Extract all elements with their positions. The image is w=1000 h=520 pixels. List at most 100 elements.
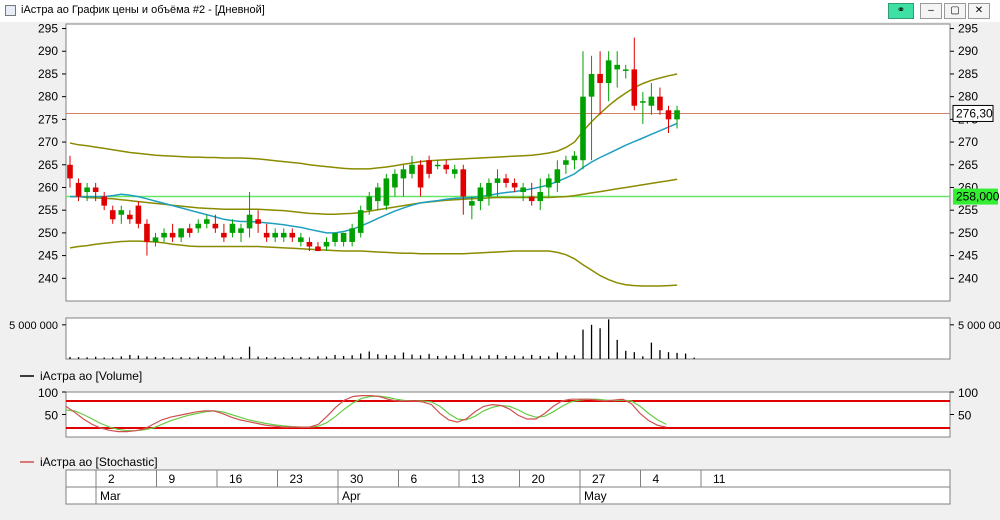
candle-body <box>563 160 569 165</box>
candle-body <box>546 178 552 188</box>
price-tick-label-left: 250 <box>38 226 58 240</box>
candle-body <box>323 241 330 247</box>
price-tick-label-right: 295 <box>958 22 978 36</box>
price-tick-label-left: 295 <box>38 22 58 36</box>
candle-body <box>400 169 407 179</box>
candle-body <box>221 232 227 238</box>
stochastic-legend: iАстра ао [Stochastic] <box>40 455 158 469</box>
candle-body <box>229 223 236 233</box>
window-title: iАстра ао График цены и объёма #2 - [Дне… <box>21 4 265 16</box>
candle-body <box>580 96 586 161</box>
candle-body <box>246 214 253 229</box>
candle-body <box>144 223 150 242</box>
price-tick-label-left: 285 <box>38 67 58 81</box>
candle-body <box>238 228 244 233</box>
last-price-value: 276,30 <box>956 106 993 120</box>
candle-body <box>503 178 509 183</box>
candle-body <box>443 164 449 170</box>
volume-legend: iАстра ао [Volume] <box>40 369 142 383</box>
candle-body <box>528 196 535 202</box>
candle-body <box>605 60 612 84</box>
price-panel[interactable] <box>65 23 951 302</box>
candle-body <box>640 101 646 103</box>
candle-body <box>332 232 338 242</box>
minimize-button[interactable]: – <box>920 3 942 19</box>
price-tick-label-left: 255 <box>38 203 58 217</box>
candle-body <box>306 241 313 247</box>
candle-body <box>263 232 270 238</box>
candle-body <box>511 182 518 188</box>
candle-body <box>101 196 107 206</box>
candle-body <box>289 232 296 238</box>
price-tick-label-left: 270 <box>38 135 58 149</box>
candle-body <box>212 223 219 229</box>
price-tick-label-left: 290 <box>38 44 58 58</box>
candle-body <box>554 169 561 183</box>
title-bar: iАстра ао График цены и объёма #2 - [Дне… <box>0 0 1000 23</box>
candle-body <box>92 187 99 193</box>
price-tick-label-left: 245 <box>38 249 58 263</box>
volume-tick-left: 5 000 000 <box>9 320 58 332</box>
candle-body <box>460 169 467 197</box>
candle-body <box>631 69 638 106</box>
candle-body <box>127 214 133 220</box>
price-tick-label-right: 255 <box>958 203 978 217</box>
price-tick-label-right: 285 <box>958 67 978 81</box>
price-tick-label-left: 275 <box>38 112 58 126</box>
price-tick-label-right: 290 <box>958 44 978 58</box>
volume-tick-right: 5 000 000 <box>958 320 1000 332</box>
time-day-label: 30 <box>350 472 364 486</box>
candle-body <box>186 228 193 233</box>
candle-body <box>392 173 398 188</box>
candle-body <box>169 232 176 238</box>
price-tick-label-left: 265 <box>38 158 58 172</box>
candle-body <box>178 228 184 238</box>
link-button[interactable]: ⚭ <box>888 3 914 19</box>
candle-body <box>366 196 373 211</box>
candle-body <box>280 232 287 238</box>
candle-body <box>520 187 526 193</box>
candle-body <box>614 64 620 70</box>
candle-body <box>494 178 501 183</box>
stochastic-tick-label-left: 100 <box>38 386 58 400</box>
time-month-label: Apr <box>342 489 361 503</box>
price-tick-label-right: 265 <box>958 158 978 172</box>
candle-body <box>204 219 210 224</box>
time-month-label: May <box>584 489 607 503</box>
close-button[interactable]: ✕ <box>968 3 990 19</box>
candle-body <box>426 160 432 174</box>
stochastic-panel[interactable] <box>65 391 951 438</box>
candle-body <box>315 246 321 252</box>
time-day-label: 4 <box>653 472 660 486</box>
candle-body <box>349 228 355 242</box>
price-tick-label-right: 270 <box>958 135 978 149</box>
candle-body <box>272 232 278 238</box>
candle-body <box>409 164 415 174</box>
time-day-label: 9 <box>169 472 176 486</box>
candle-body <box>469 201 475 206</box>
stochastic-tick-label-right: 50 <box>958 409 972 423</box>
price-tick-label-left: 280 <box>38 90 58 104</box>
time-day-label: 6 <box>411 472 418 486</box>
time-day-label: 20 <box>532 472 546 486</box>
restore-button[interactable]: ▢ <box>944 3 966 19</box>
candle-body <box>118 210 125 215</box>
candle-body <box>298 237 304 242</box>
price-tick-label-right: 280 <box>958 90 978 104</box>
candle-body <box>486 182 492 197</box>
time-day-label: 2 <box>108 472 115 486</box>
candle-body <box>571 155 578 161</box>
candle-body <box>657 96 663 111</box>
chart-area[interactable]: 240245250255260265270275280285290295 240… <box>0 22 1000 520</box>
candle-body <box>665 110 672 120</box>
candle-body <box>255 219 261 224</box>
stochastic-tick-label-left: 50 <box>45 409 59 423</box>
candle-body <box>67 164 73 179</box>
candle-body <box>75 182 82 197</box>
candle-body <box>135 205 142 224</box>
candle-body <box>622 69 629 71</box>
candle-body <box>383 178 390 206</box>
time-month-label: Mar <box>100 489 121 503</box>
volume-panel[interactable] <box>65 317 951 360</box>
app-icon <box>5 5 16 16</box>
